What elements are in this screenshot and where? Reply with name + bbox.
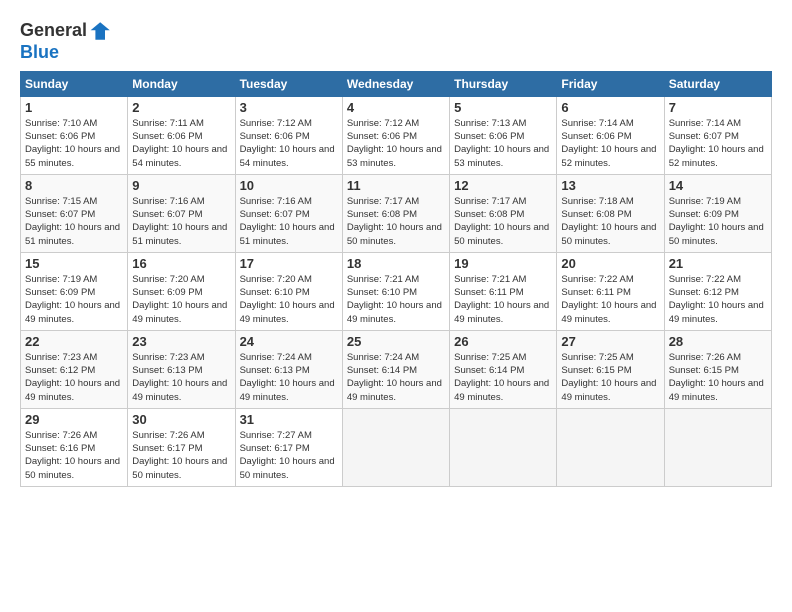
- calendar-cell: 1Sunrise: 7:10 AMSunset: 6:06 PMDaylight…: [21, 96, 128, 174]
- calendar-cell: 25Sunrise: 7:24 AMSunset: 6:14 PMDayligh…: [342, 330, 449, 408]
- logo-blue-text: Blue: [20, 43, 113, 63]
- calendar-cell: [664, 408, 771, 486]
- calendar-cell: 18Sunrise: 7:21 AMSunset: 6:10 PMDayligh…: [342, 252, 449, 330]
- calendar-cell: 11Sunrise: 7:17 AMSunset: 6:08 PMDayligh…: [342, 174, 449, 252]
- logo: General Blue: [20, 19, 113, 63]
- calendar-table: SundayMondayTuesdayWednesdayThursdayFrid…: [20, 71, 772, 487]
- col-header-wednesday: Wednesday: [342, 71, 449, 96]
- calendar-cell: 13Sunrise: 7:18 AMSunset: 6:08 PMDayligh…: [557, 174, 664, 252]
- logo-icon: [89, 19, 113, 43]
- calendar-cell: 27Sunrise: 7:25 AMSunset: 6:15 PMDayligh…: [557, 330, 664, 408]
- week-row-2: 8Sunrise: 7:15 AMSunset: 6:07 PMDaylight…: [21, 174, 772, 252]
- calendar-cell: 28Sunrise: 7:26 AMSunset: 6:15 PMDayligh…: [664, 330, 771, 408]
- calendar-cell: 9Sunrise: 7:16 AMSunset: 6:07 PMDaylight…: [128, 174, 235, 252]
- calendar-cell: 24Sunrise: 7:24 AMSunset: 6:13 PMDayligh…: [235, 330, 342, 408]
- page-container: General Blue SundayMondayTuesdayWednesda…: [0, 0, 792, 497]
- calendar-cell: 5Sunrise: 7:13 AMSunset: 6:06 PMDaylight…: [450, 96, 557, 174]
- calendar-cell: [342, 408, 449, 486]
- col-header-tuesday: Tuesday: [235, 71, 342, 96]
- calendar-cell: 26Sunrise: 7:25 AMSunset: 6:14 PMDayligh…: [450, 330, 557, 408]
- calendar-cell: 16Sunrise: 7:20 AMSunset: 6:09 PMDayligh…: [128, 252, 235, 330]
- calendar-cell: 10Sunrise: 7:16 AMSunset: 6:07 PMDayligh…: [235, 174, 342, 252]
- col-header-thursday: Thursday: [450, 71, 557, 96]
- calendar-cell: 31Sunrise: 7:27 AMSunset: 6:17 PMDayligh…: [235, 408, 342, 486]
- calendar-cell: 7Sunrise: 7:14 AMSunset: 6:07 PMDaylight…: [664, 96, 771, 174]
- calendar-cell: 17Sunrise: 7:20 AMSunset: 6:10 PMDayligh…: [235, 252, 342, 330]
- calendar-cell: 21Sunrise: 7:22 AMSunset: 6:12 PMDayligh…: [664, 252, 771, 330]
- calendar-cell: 4Sunrise: 7:12 AMSunset: 6:06 PMDaylight…: [342, 96, 449, 174]
- calendar-cell: 22Sunrise: 7:23 AMSunset: 6:12 PMDayligh…: [21, 330, 128, 408]
- calendar-cell: 3Sunrise: 7:12 AMSunset: 6:06 PMDaylight…: [235, 96, 342, 174]
- calendar-cell: 23Sunrise: 7:23 AMSunset: 6:13 PMDayligh…: [128, 330, 235, 408]
- calendar-cell: 8Sunrise: 7:15 AMSunset: 6:07 PMDaylight…: [21, 174, 128, 252]
- week-row-3: 15Sunrise: 7:19 AMSunset: 6:09 PMDayligh…: [21, 252, 772, 330]
- col-header-friday: Friday: [557, 71, 664, 96]
- col-header-saturday: Saturday: [664, 71, 771, 96]
- calendar-cell: 2Sunrise: 7:11 AMSunset: 6:06 PMDaylight…: [128, 96, 235, 174]
- calendar-cell: 15Sunrise: 7:19 AMSunset: 6:09 PMDayligh…: [21, 252, 128, 330]
- header: General Blue: [20, 15, 772, 63]
- col-header-monday: Monday: [128, 71, 235, 96]
- calendar-cell: 19Sunrise: 7:21 AMSunset: 6:11 PMDayligh…: [450, 252, 557, 330]
- calendar-cell: 14Sunrise: 7:19 AMSunset: 6:09 PMDayligh…: [664, 174, 771, 252]
- week-row-1: 1Sunrise: 7:10 AMSunset: 6:06 PMDaylight…: [21, 96, 772, 174]
- calendar-cell: 12Sunrise: 7:17 AMSunset: 6:08 PMDayligh…: [450, 174, 557, 252]
- calendar-cell: 20Sunrise: 7:22 AMSunset: 6:11 PMDayligh…: [557, 252, 664, 330]
- week-row-5: 29Sunrise: 7:26 AMSunset: 6:16 PMDayligh…: [21, 408, 772, 486]
- logo-text: General: [20, 21, 87, 41]
- calendar-cell: [557, 408, 664, 486]
- calendar-cell: [450, 408, 557, 486]
- calendar-cell: 6Sunrise: 7:14 AMSunset: 6:06 PMDaylight…: [557, 96, 664, 174]
- col-header-sunday: Sunday: [21, 71, 128, 96]
- week-row-4: 22Sunrise: 7:23 AMSunset: 6:12 PMDayligh…: [21, 330, 772, 408]
- calendar-cell: 29Sunrise: 7:26 AMSunset: 6:16 PMDayligh…: [21, 408, 128, 486]
- calendar-cell: 30Sunrise: 7:26 AMSunset: 6:17 PMDayligh…: [128, 408, 235, 486]
